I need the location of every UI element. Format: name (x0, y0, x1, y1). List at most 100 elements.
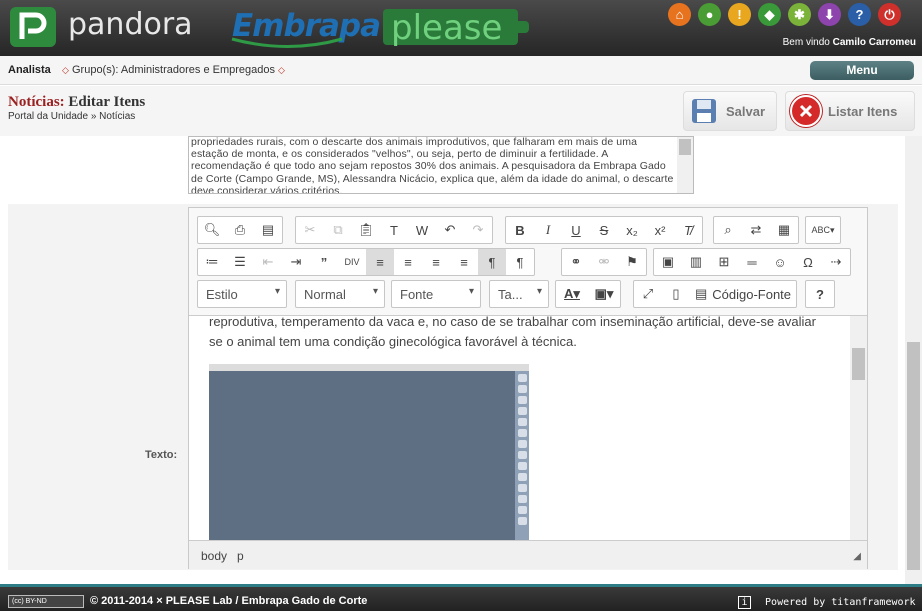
user-icon[interactable]: ● (698, 3, 721, 26)
show-blocks-icon[interactable]: ▯ (662, 281, 690, 307)
rich-text-editor: 🔍︎ ⎙ ▤ ✂ ⧉ 📋︎ T W ↶ ↷ B I U S x₂ x² T̸ ⌕… (188, 207, 868, 569)
embedded-screenshot-image[interactable] (209, 364, 529, 540)
uk-flag-icon[interactable]: ✱ (788, 3, 811, 26)
blockquote-icon[interactable]: ” (310, 249, 338, 275)
italic-icon[interactable]: I (534, 217, 562, 243)
flash-icon[interactable]: ▥ (682, 249, 710, 275)
text-field-row: Texto: 🔍︎ ⎙ ▤ ✂ ⧉ 📋︎ T W ↶ ↷ B I U S x₂ … (8, 204, 898, 570)
preview-icon[interactable]: 🔍︎ (198, 217, 226, 243)
smiley-icon[interactable]: ☺ (766, 249, 794, 275)
textarea-scrollbar[interactable] (677, 137, 693, 193)
undo-icon[interactable]: ↶ (436, 217, 464, 243)
spellcheck-icon[interactable]: ABC▾ (806, 217, 840, 243)
breadcrumb[interactable]: Portal da Unidade » Notícias (8, 111, 135, 122)
textarea-scroll-thumb[interactable] (679, 139, 691, 155)
source-code-label: Código-Fonte (712, 286, 792, 302)
powered-by[interactable]: i Powered by titanframework (738, 596, 916, 609)
page-scrollbar[interactable] (905, 136, 922, 584)
groups-value: Administradores e Empregados (120, 64, 275, 76)
alert-icon[interactable]: ! (728, 3, 751, 26)
page-break-icon[interactable]: ⇢ (822, 249, 850, 275)
numbered-list-icon[interactable]: ≔ (198, 249, 226, 275)
basic-styles-group: B I U S x₂ x² T̸ (505, 216, 703, 244)
bulleted-list-icon[interactable]: ☰ (226, 249, 254, 275)
outdent-icon[interactable]: ⇤ (254, 249, 282, 275)
replace-icon[interactable]: ⇄ (742, 217, 770, 243)
embedded-image-menubar (209, 364, 529, 371)
horizontal-rule-icon[interactable]: ═ (738, 249, 766, 275)
user-bar: Analista ◇ Grupo(s): Administradores e E… (0, 56, 922, 85)
link-icon[interactable]: ⚭ (562, 249, 590, 275)
element-path-p[interactable]: p (237, 549, 244, 563)
paste-icon[interactable]: 📋︎ (352, 217, 380, 243)
footer: (cc) BY-ND © 2011-2014 × PLEASE Lab / Em… (0, 584, 922, 611)
save-button-label: Salvar (726, 103, 766, 119)
license-badge[interactable]: (cc) BY-ND (8, 595, 84, 608)
align-justify-icon[interactable]: ≡ (450, 249, 478, 275)
cut-icon[interactable]: ✂ (296, 217, 324, 243)
text-direction-rtl-icon[interactable]: ¶ (506, 249, 534, 275)
select-all-icon[interactable]: ▦ (770, 217, 798, 243)
subscript-icon[interactable]: x₂ (618, 217, 646, 243)
please-logo: please (383, 7, 533, 48)
form-content: propriedades rurais, com o descarte dos … (0, 136, 905, 584)
help-icon[interactable]: ? (848, 3, 871, 26)
summary-textarea[interactable]: propriedades rurais, com o descarte dos … (188, 136, 694, 194)
background-color-icon[interactable]: ▣▾ (588, 281, 620, 307)
download-icon[interactable]: ⬇ (818, 3, 841, 26)
text-color-icon[interactable]: A▾ (556, 281, 588, 307)
menu-button[interactable]: Menu (810, 61, 914, 80)
save-button[interactable]: Salvar (683, 91, 777, 131)
editor-toolbar: 🔍︎ ⎙ ▤ ✂ ⧉ 📋︎ T W ↶ ↷ B I U S x₂ x² T̸ ⌕… (189, 208, 867, 316)
redo-icon[interactable]: ↷ (464, 217, 492, 243)
image-icon[interactable]: ▣ (654, 249, 682, 275)
pandora-logo-icon (10, 7, 56, 47)
brazil-flag-icon[interactable]: ◆ (758, 3, 781, 26)
editor-scrollbar[interactable] (850, 316, 867, 540)
underline-icon[interactable]: U (562, 217, 590, 243)
home-icon[interactable]: ⌂ (668, 3, 691, 26)
editor-scroll-thumb[interactable] (852, 348, 865, 380)
page-scroll-thumb[interactable] (907, 342, 920, 570)
insert-group: ▣ ▥ ⊞ ═ ☺ Ω ⇢ (653, 248, 851, 276)
please-logo-text: please (391, 8, 503, 48)
align-right-icon[interactable]: ≡ (422, 249, 450, 275)
element-path-body[interactable]: body (201, 549, 227, 563)
resize-handle-icon[interactable]: ◢ (853, 551, 861, 562)
font-select[interactable]: Fonte (391, 280, 481, 308)
superscript-icon[interactable]: x² (646, 217, 674, 243)
info-icon[interactable]: i (738, 596, 751, 609)
indent-icon[interactable]: ⇥ (282, 249, 310, 275)
anchor-icon[interactable]: ⚑ (618, 249, 646, 275)
text-direction-ltr-icon[interactable]: ¶ (478, 249, 506, 275)
maximize-icon[interactable]: ⤢ (634, 281, 662, 307)
editor-content-area[interactable]: reprodutiva, temperamento da vaca e, no … (189, 316, 867, 540)
align-left-icon[interactable]: ≡ (366, 249, 394, 275)
paste-text-icon[interactable]: T (380, 217, 408, 243)
bold-icon[interactable]: B (506, 217, 534, 243)
source-code-button[interactable]: ▤ Código-Fonte (690, 281, 796, 307)
div-container-icon[interactable]: DIV (338, 249, 366, 275)
table-icon[interactable]: ⊞ (710, 249, 738, 275)
title-bar: Notícias: Editar Itens Portal da Unidade… (0, 86, 922, 136)
unlink-icon[interactable]: ⚮ (590, 249, 618, 275)
list-items-button[interactable]: Listar Itens (785, 91, 915, 131)
embedded-image-dock (515, 371, 529, 540)
style-select[interactable]: Estilo (197, 280, 287, 308)
find-icon[interactable]: ⌕ (714, 217, 742, 243)
copy-icon[interactable]: ⧉ (324, 217, 352, 243)
paste-word-icon[interactable]: W (408, 217, 436, 243)
power-icon[interactable]: ⏻ (878, 3, 901, 26)
print-icon[interactable]: ⎙ (226, 217, 254, 243)
font-size-select[interactable]: Ta... (489, 280, 549, 308)
templates-icon[interactable]: ▤ (254, 217, 282, 243)
spellcheck-group: ABC▾ (805, 216, 841, 244)
format-select[interactable]: Normal (295, 280, 385, 308)
user-role: Analista (8, 64, 51, 76)
special-char-icon[interactable]: Ω (794, 249, 822, 275)
editor-help-icon[interactable]: ? (806, 281, 834, 307)
strikethrough-icon[interactable]: S (590, 217, 618, 243)
remove-format-icon[interactable]: T̸ (674, 217, 702, 243)
page-title: Notícias: Editar Itens (8, 94, 145, 111)
align-center-icon[interactable]: ≡ (394, 249, 422, 275)
